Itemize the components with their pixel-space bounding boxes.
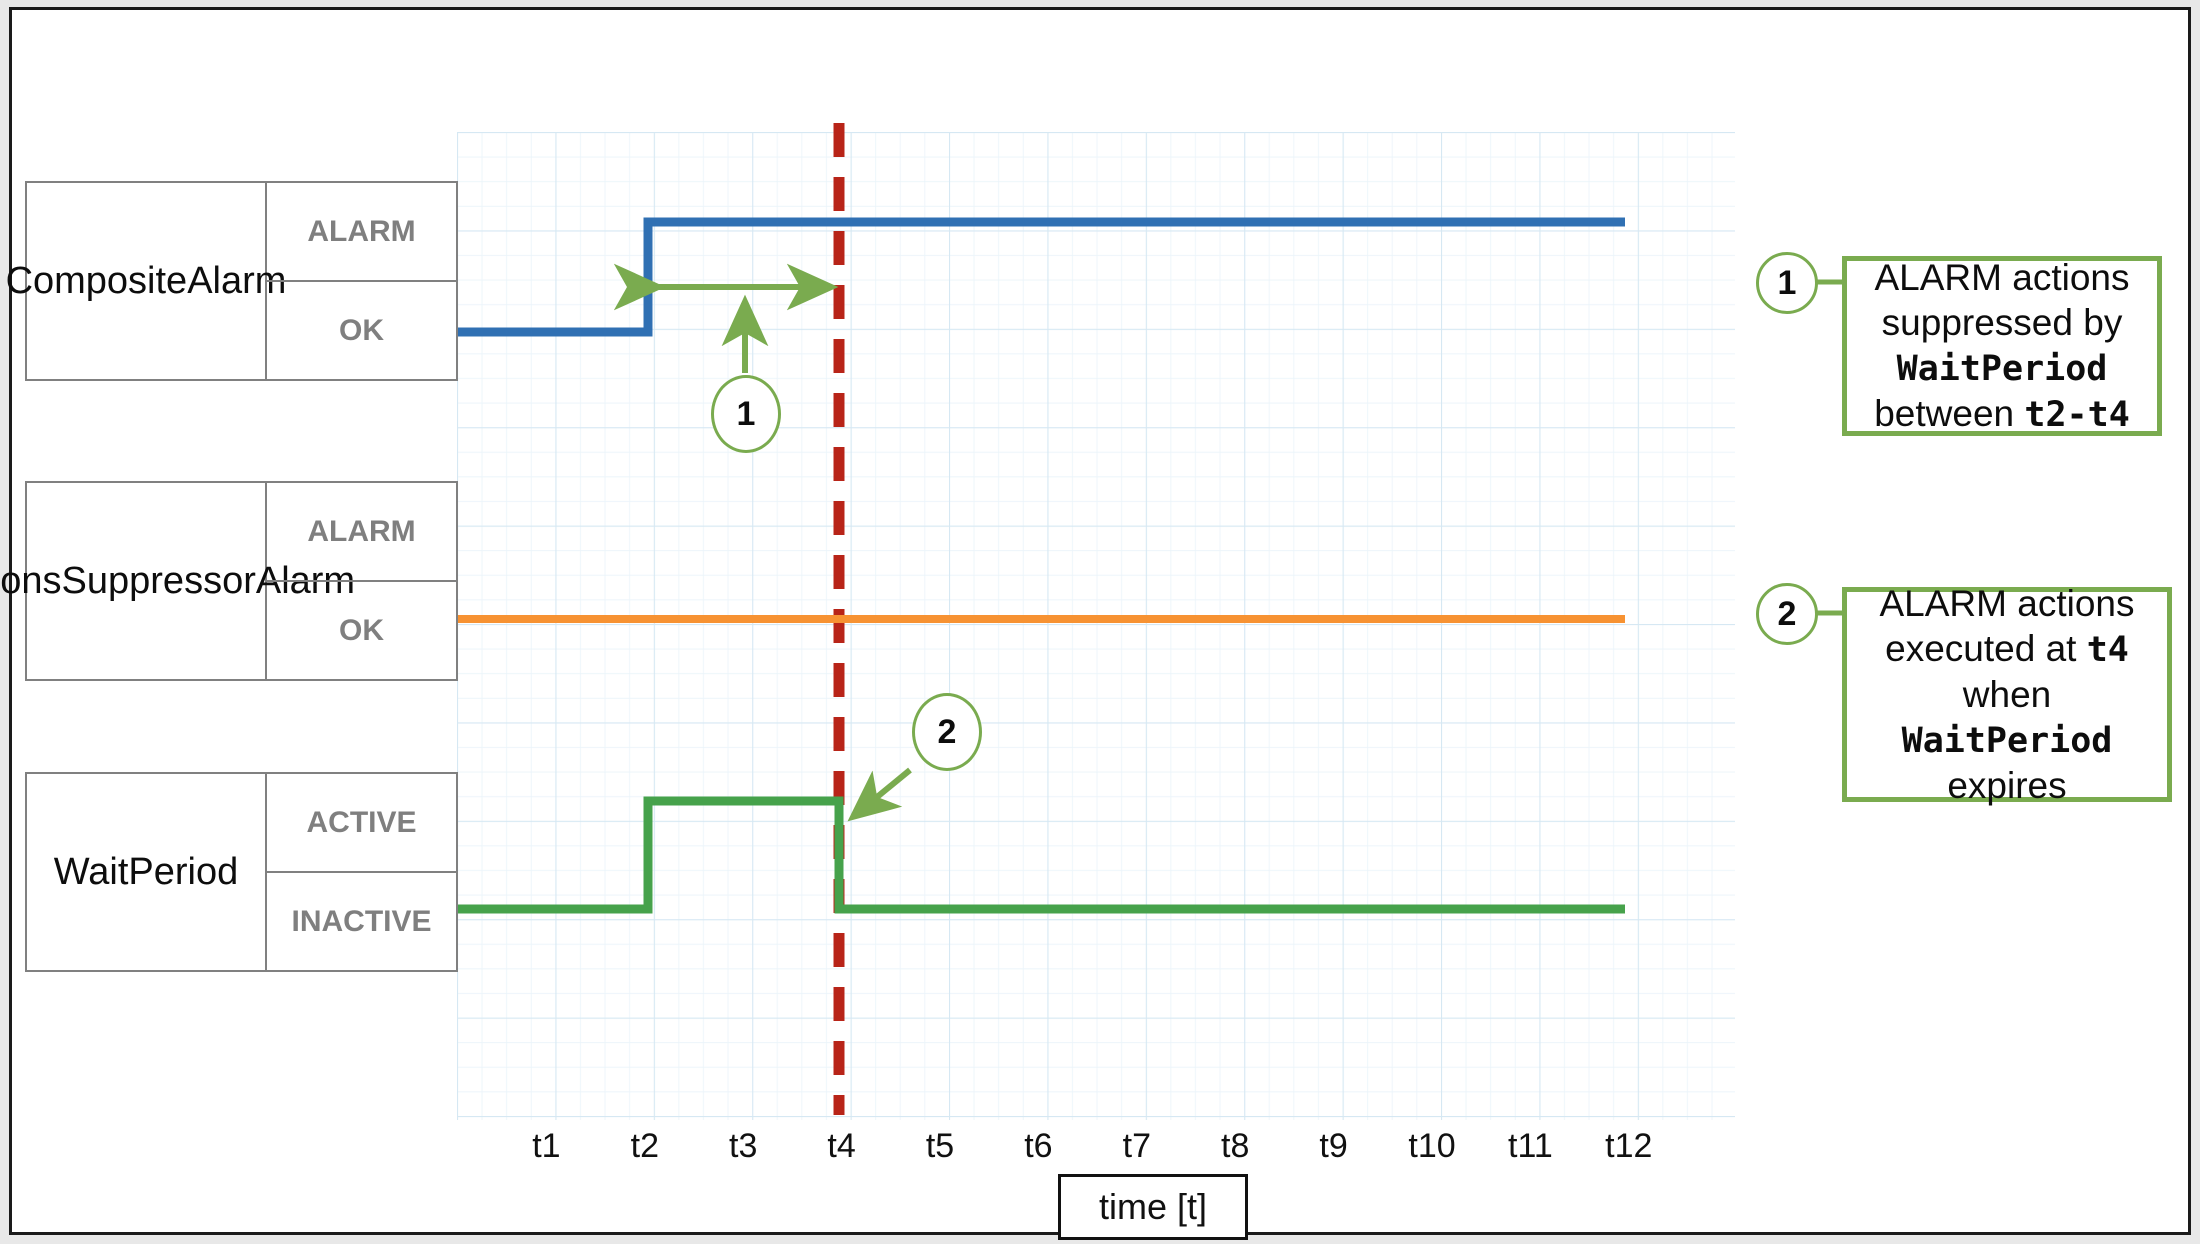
x-axis-tick-t11: t11 — [1508, 1127, 1553, 1165]
x-axis-title-label: time [t] — [1098, 1186, 1208, 1227]
callout-1-text: ALARM actions suppressed by WaitPeriod b… — [1874, 257, 2130, 436]
callout-1-badge-label: 1 — [1777, 263, 1797, 302]
x-axis-tick-t10: t10 — [1408, 1127, 1456, 1165]
signal-label-actions-suppressor-alarm: ActionsSuppressorAlarm ALARM OK — [0, 481, 458, 681]
x-axis-tick-t4: t4 — [827, 1127, 856, 1165]
x-axis-title: time [t] — [1058, 1174, 1248, 1240]
callout-2-badge-label: 2 — [1777, 594, 1797, 633]
x-axis-tick-t5: t5 — [925, 1127, 955, 1165]
signal-name-wait-period: Wait Period — [27, 774, 267, 970]
signal-name-actions-suppressor-alarm: ActionsSuppressorAlarm — [0, 483, 355, 679]
signal-states-wait-period: ACTIVE INACTIVE — [267, 774, 456, 970]
callout-2-text: ALARM actions executed at t4 when WaitPe… — [1879, 583, 2135, 806]
in-plot-marker-2: 2 — [912, 693, 982, 771]
signal-states-actions-suppressor-alarm: ALARM OK — [267, 483, 456, 679]
state-high-wait-period: ACTIVE — [267, 774, 456, 873]
callout-2-badge: 2 — [1756, 583, 1818, 645]
x-axis-tick-t12: t12 — [1605, 1127, 1653, 1165]
diagram-frame: CompositeAlarm ALARM OK ActionsSuppresso… — [0, 7, 2191, 1240]
x-axis-tick-t6: t6 — [1024, 1127, 1053, 1165]
callout-box-2: ALARM actions executed at t4 when WaitPe… — [1842, 583, 2172, 806]
x-axis-tick-t3: t3 — [729, 1127, 758, 1165]
signal-label-composite-alarm: Composite Alarm ALARM OK — [6, 181, 458, 381]
x-axis-tick-t1: t1 — [532, 1127, 561, 1165]
x-axis-tick-t9: t9 — [1319, 1127, 1348, 1165]
state-high-actions-suppressor-alarm: ALARM — [267, 483, 456, 582]
callout-box-1: ALARM actions suppressed by WaitPeriod b… — [1842, 256, 2162, 436]
signal-label-wait-period: Wait Period ACTIVE INACTIVE — [25, 772, 458, 972]
state-low-actions-suppressor-alarm: OK — [339, 613, 384, 647]
state-high-composite-alarm: ALARM — [267, 183, 456, 282]
in-plot-marker-1-label: 1 — [736, 394, 756, 433]
plot-area — [457, 132, 1735, 1120]
x-axis-tick-t8: t8 — [1221, 1127, 1250, 1165]
x-axis-tick-t7: t7 — [1122, 1127, 1151, 1165]
signal-states-composite-alarm: ALARM OK — [267, 183, 456, 379]
plot-gridlines — [457, 132, 1735, 1120]
callout-1-badge: 1 — [1756, 252, 1818, 314]
state-low-composite-alarm: OK — [339, 313, 384, 347]
screenshot-canvas: CompositeAlarm ALARM OK ActionsSuppresso… — [0, 0, 2200, 1244]
state-low-wait-period: INACTIVE — [291, 904, 432, 938]
in-plot-marker-2-label: 2 — [937, 712, 957, 751]
signal-name-composite-alarm: Composite Alarm — [6, 183, 286, 379]
x-axis-tick-t2: t2 — [630, 1127, 659, 1165]
in-plot-marker-1: 1 — [711, 375, 781, 453]
